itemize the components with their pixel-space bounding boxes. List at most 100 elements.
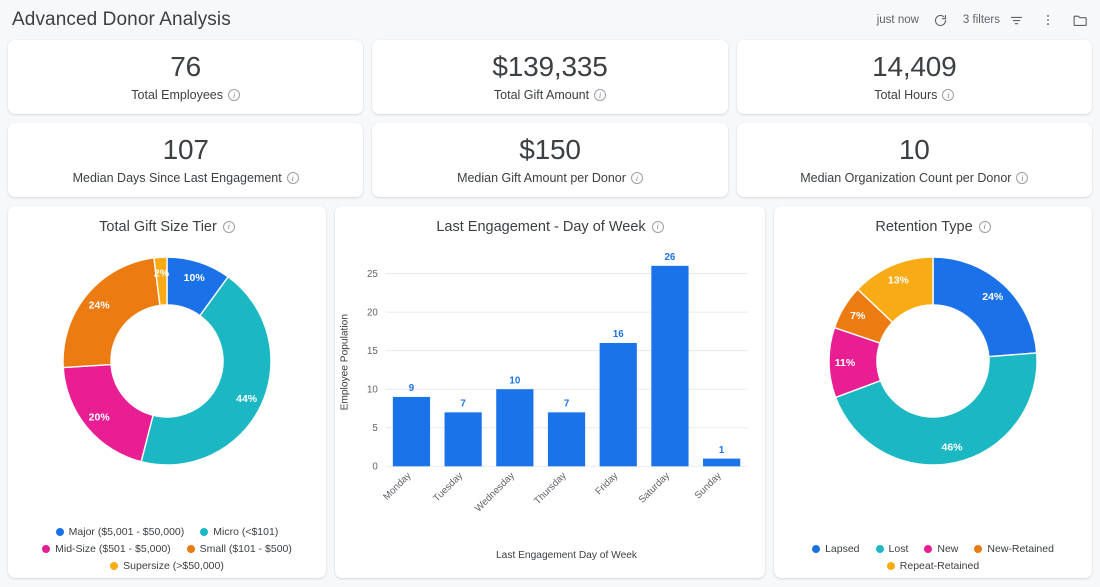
donut-slice-label: 10% — [184, 272, 206, 284]
info-icon[interactable]: i — [222, 220, 235, 233]
more-vertical-icon[interactable] — [1038, 10, 1058, 30]
legend-label: Supersize (>$50,000) — [123, 560, 224, 572]
donut-slice[interactable] — [62, 257, 161, 369]
filters-button[interactable]: 3 filters — [963, 10, 1026, 30]
legend-item[interactable]: Supersize (>$50,000) — [110, 560, 224, 572]
panel-title: Retention Type — [875, 218, 973, 235]
legend-label: New — [937, 543, 959, 555]
legend-label: Micro (<$101) — [213, 526, 279, 538]
kpi-label: Total Gift Amount — [493, 88, 590, 103]
legend-color-dot — [924, 545, 933, 553]
refresh-icon[interactable] — [931, 10, 951, 30]
legend-label: Lost — [888, 543, 909, 555]
legend-color-dot — [186, 545, 195, 553]
chart-panel-total-gift-size-tier[interactable]: Total Gift Size Tier i 10% 44% 20% 24% 2% Ma… — [8, 206, 326, 578]
info-icon[interactable]: i — [651, 220, 664, 233]
donut-chart-retention-type: 24% 46% 11% 7% 13% — [774, 236, 1092, 510]
filter-icon[interactable] — [1006, 10, 1026, 30]
kpi-label-row: Total Hours i — [874, 88, 955, 103]
legend-item[interactable]: New — [924, 543, 958, 555]
bar[interactable] — [703, 458, 741, 467]
bar[interactable] — [547, 412, 586, 467]
info-icon[interactable]: i — [228, 89, 241, 102]
y-axis-tick: 25 — [367, 269, 378, 280]
donut-slice-label: 44% — [236, 393, 258, 405]
donut-slice[interactable] — [932, 256, 1038, 358]
legend-item[interactable]: Small ($101 - $500) — [186, 543, 292, 555]
kpi-value: $150 — [519, 133, 581, 165]
info-icon[interactable]: i — [594, 89, 607, 102]
legend-color-dot — [110, 562, 119, 570]
donut-svg: 10% 44% 20% 24% 2% — [62, 256, 272, 466]
kpi-tile-total-employees[interactable]: 76 Total Employees i — [8, 40, 364, 114]
donut-slice-label: 46% — [942, 441, 964, 453]
kpi-tile-median-days-since-last-engagement[interactable]: 107 Median Days Since Last Engagement i — [8, 123, 364, 197]
filters-label: 3 filters — [962, 14, 1000, 26]
chart-panel-retention-type[interactable]: Retention Type i 24% 46% 11% 7% 13% Lapsed Lo… — [774, 206, 1092, 578]
legend-color-dot — [886, 562, 895, 570]
legend-label: Repeat-Retained — [899, 560, 980, 572]
legend-color-dot — [974, 545, 983, 553]
folder-icon[interactable] — [1070, 10, 1090, 30]
donut-slice-label: 13% — [888, 275, 910, 287]
header-toolbar: just now 3 filters — [877, 10, 1090, 30]
kpi-label-row: Total Gift Amount i — [493, 88, 607, 103]
bar[interactable] — [496, 389, 534, 467]
info-icon[interactable]: i — [978, 220, 991, 233]
chart-panel-last-engagement-day-of-week[interactable]: Last Engagement - Day of Week i 0 5 10 15 20… — [335, 206, 765, 578]
kpi-label: Total Hours — [874, 88, 938, 103]
bar[interactable] — [651, 265, 689, 467]
bar-chart-svg: 0 5 10 15 20 25 9 Monday 7 Tuesday 10 Wednesday 7 Thu… — [340, 252, 748, 561]
kpi-value: 10 — [898, 133, 930, 165]
bar-value-label: 26 — [665, 252, 676, 263]
y-axis-tick: 15 — [367, 346, 378, 357]
legend-item[interactable]: Lapsed — [812, 543, 860, 555]
info-icon[interactable]: i — [630, 172, 643, 185]
x-axis-tick: Friday — [593, 470, 620, 497]
legend-item[interactable]: Mid-Size ($501 - $5,000) — [42, 543, 171, 555]
y-axis-tick: 0 — [372, 462, 378, 473]
legend-label: Small ($101 - $500) — [199, 543, 292, 555]
kpi-label-row: Median Organization Count per Donor i — [800, 171, 1029, 185]
legend-color-dot — [812, 545, 821, 553]
bar[interactable] — [392, 396, 431, 467]
kpi-label: Median Days Since Last Engagement — [72, 171, 282, 186]
legend-label: Major ($5,001 - $50,000) — [68, 526, 185, 538]
legend-item[interactable]: New-Retained — [974, 543, 1054, 555]
legend-item[interactable]: Repeat-Retained — [886, 560, 980, 572]
kpi-row-1: 76 Total Employees i $139,335 Total Gift… — [8, 40, 1092, 114]
donut-slice-label: 24% — [982, 291, 1004, 303]
legend-label: New-Retained — [987, 543, 1054, 555]
legend-label: Mid-Size ($501 - $5,000) — [55, 543, 171, 555]
kpi-tile-total-gift-amount[interactable]: $139,335 Total Gift Amount i — [372, 40, 728, 114]
bar-value-label: 10 — [509, 375, 520, 386]
y-axis-tick: 20 — [367, 308, 378, 319]
legend-color-dot — [200, 528, 209, 536]
kpi-tile-median-organization-count-per-donor[interactable]: 10 Median Organization Count per Donor i — [736, 123, 1092, 197]
donut-slice-label: 2% — [154, 268, 170, 280]
legend-item[interactable]: Major ($5,001 - $50,000) — [55, 526, 185, 538]
kpi-label-row: Total Employees i — [131, 88, 241, 102]
panel-title: Last Engagement - Day of Week — [436, 218, 646, 235]
bar[interactable] — [444, 412, 482, 467]
kpi-tile-total-hours[interactable]: 14,409 Total Hours i — [736, 40, 1092, 114]
bar-value-label: 7 — [460, 399, 465, 410]
kpi-label-row: Median Gift Amount per Donor i — [457, 171, 643, 185]
kpi-tile-median-gift-amount-per-donor[interactable]: $150 Median Gift Amount per Donor i — [372, 123, 728, 197]
legend-item[interactable]: Lost — [875, 543, 909, 555]
donut-svg: 24% 46% 11% 7% 13% — [828, 256, 1038, 466]
kpi-label: Median Gift Amount per Donor — [457, 171, 626, 186]
chart-legend: Major ($5,001 - $50,000) Micro (<$101) Mid… — [8, 526, 326, 572]
legend-item[interactable]: Micro (<$101) — [200, 526, 278, 538]
bar[interactable] — [599, 342, 637, 467]
info-icon[interactable]: i — [942, 89, 955, 102]
kpi-row-2: 107 Median Days Since Last Engagement i … — [8, 123, 1092, 197]
legend-label: Lapsed — [825, 543, 860, 555]
x-axis-tick: Monday — [381, 470, 413, 502]
info-icon[interactable]: i — [1016, 172, 1029, 185]
donut-slice-label: 20% — [89, 412, 111, 424]
info-icon[interactable]: i — [286, 172, 299, 185]
legend-color-dot — [875, 545, 884, 553]
donut-slice-label: 11% — [835, 357, 856, 369]
bar-chart-last-engagement-day-of-week: 0 5 10 15 20 25 9 Monday 7 Tuesday 10 Wednesday 7 Thu… — [335, 236, 765, 576]
